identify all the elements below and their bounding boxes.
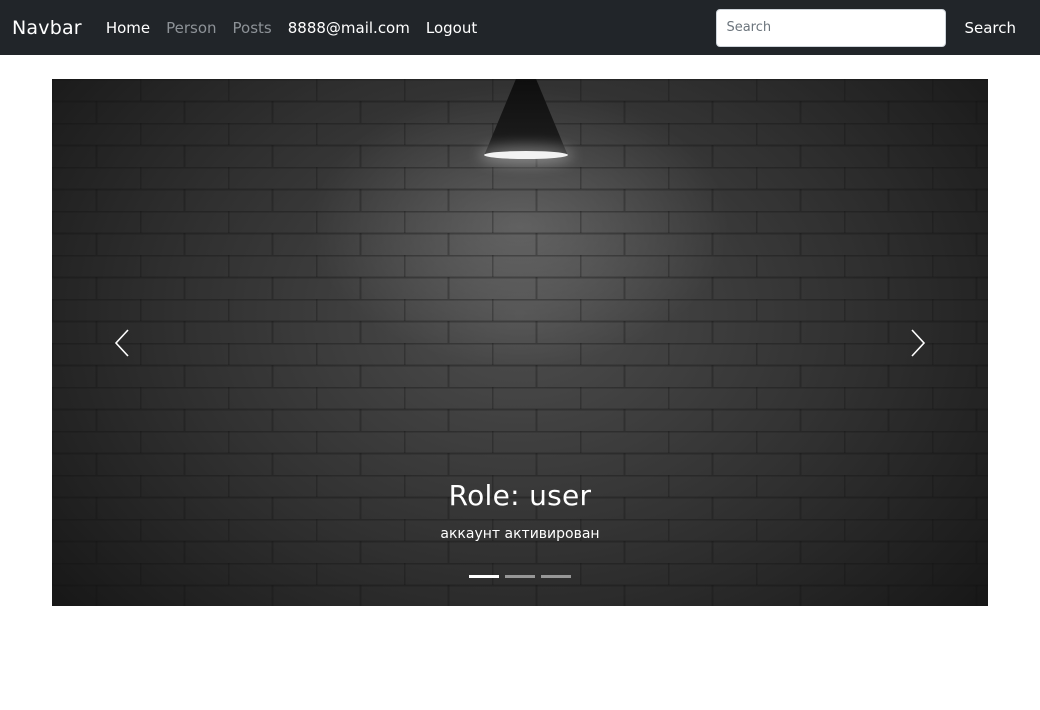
nav-link-home[interactable]: Home bbox=[106, 19, 150, 37]
navbar-brand[interactable]: Navbar bbox=[12, 17, 82, 39]
chevron-right-icon bbox=[910, 328, 926, 358]
carousel-caption: Role: user аккаунт активирован bbox=[52, 479, 988, 542]
lamp-light bbox=[484, 151, 568, 159]
search-input[interactable] bbox=[716, 8, 947, 47]
nav-link-person[interactable]: Person bbox=[166, 19, 216, 37]
carousel-indicator-3[interactable] bbox=[541, 575, 571, 578]
caption-title: Role: user bbox=[448, 479, 592, 512]
chevron-left-icon bbox=[114, 328, 130, 358]
caption-text: аккаунт активирован bbox=[440, 526, 600, 542]
search-form: Search bbox=[716, 8, 1028, 47]
carousel-indicator-1[interactable] bbox=[469, 575, 499, 578]
nav-link-posts[interactable]: Posts bbox=[233, 19, 272, 37]
nav-link-logout[interactable]: Logout bbox=[426, 19, 477, 37]
nav-link-user-email[interactable]: 8888@mail.com bbox=[288, 19, 410, 37]
carousel: Role: user аккаунт активирован bbox=[52, 79, 988, 606]
nav-links: Home Person Posts 8888@mail.com Logout bbox=[106, 19, 493, 37]
carousel-indicators bbox=[52, 575, 988, 578]
navbar: Navbar Home Person Posts 8888@mail.com L… bbox=[0, 0, 1040, 55]
carousel-indicator-2[interactable] bbox=[505, 575, 535, 578]
search-button[interactable]: Search bbox=[952, 9, 1028, 47]
